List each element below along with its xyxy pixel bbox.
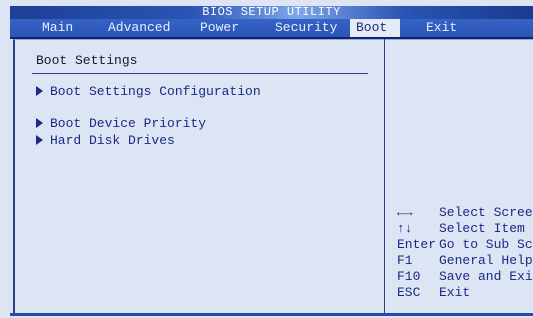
help-key: F10 <box>397 269 421 284</box>
help-key: F1 <box>397 253 413 268</box>
help-desc: Select Item <box>439 221 525 236</box>
menu-item-boot-device-priority[interactable]: Boot Device Priority <box>36 116 206 132</box>
bottom-border <box>10 313 533 316</box>
help-desc: Save and Exit <box>439 269 533 284</box>
help-pane: ←→ Select Screen ↑↓ Select Item Enter Go… <box>397 205 533 301</box>
help-key: ESC <box>397 285 421 300</box>
window-title: BIOS SETUP UTILITY <box>202 5 341 19</box>
tab-exit[interactable]: Exit <box>420 19 463 37</box>
help-desc: Select Screen <box>439 205 533 220</box>
submenu-arrow-icon <box>36 135 43 145</box>
help-row-sub-screen: Enter Go to Sub Screen <box>397 237 533 253</box>
menu-item-label: Hard Disk Drives <box>50 133 175 148</box>
tab-main[interactable]: Main <box>36 19 79 37</box>
menu-item-label: Boot Settings Configuration <box>50 84 261 99</box>
pane-title: Boot Settings <box>36 53 138 68</box>
boot-settings-pane: Boot Settings Boot Settings Configuratio… <box>22 40 382 310</box>
help-desc: General Help <box>439 253 533 268</box>
submenu-arrow-icon <box>36 118 43 128</box>
title-divider <box>32 73 368 74</box>
bios-screen: BIOS SETUP UTILITY Main Advanced Power S… <box>0 0 533 318</box>
help-row-exit: ESC Exit <box>397 285 533 301</box>
title-bar: BIOS SETUP UTILITY <box>10 6 533 19</box>
pane-divider <box>384 39 385 313</box>
menu-item-hard-disk-drives[interactable]: Hard Disk Drives <box>36 133 175 149</box>
help-desc: Go to Sub Screen <box>439 237 533 252</box>
menu-item-label: Boot Device Priority <box>50 116 207 131</box>
tab-advanced[interactable]: Advanced <box>102 19 176 37</box>
tab-bar: Main Advanced Power Security Boot Exit <box>10 19 533 39</box>
help-row-select-screen: ←→ Select Screen <box>397 205 533 221</box>
up-down-arrows-icon: ↑↓ <box>397 221 413 236</box>
tab-power[interactable]: Power <box>194 19 245 37</box>
submenu-arrow-icon <box>36 86 43 96</box>
left-right-arrows-icon: ←→ <box>397 205 413 220</box>
help-key: Enter <box>397 237 437 252</box>
tab-boot[interactable]: Boot <box>350 19 400 37</box>
help-row-general-help: F1 General Help <box>397 253 533 269</box>
tab-security[interactable]: Security <box>269 19 343 37</box>
help-desc: Exit <box>439 285 471 300</box>
menu-item-boot-settings-configuration[interactable]: Boot Settings Configuration <box>36 84 261 100</box>
help-row-save-exit: F10 Save and Exit <box>397 269 533 285</box>
help-row-select-item: ↑↓ Select Item <box>397 221 533 237</box>
